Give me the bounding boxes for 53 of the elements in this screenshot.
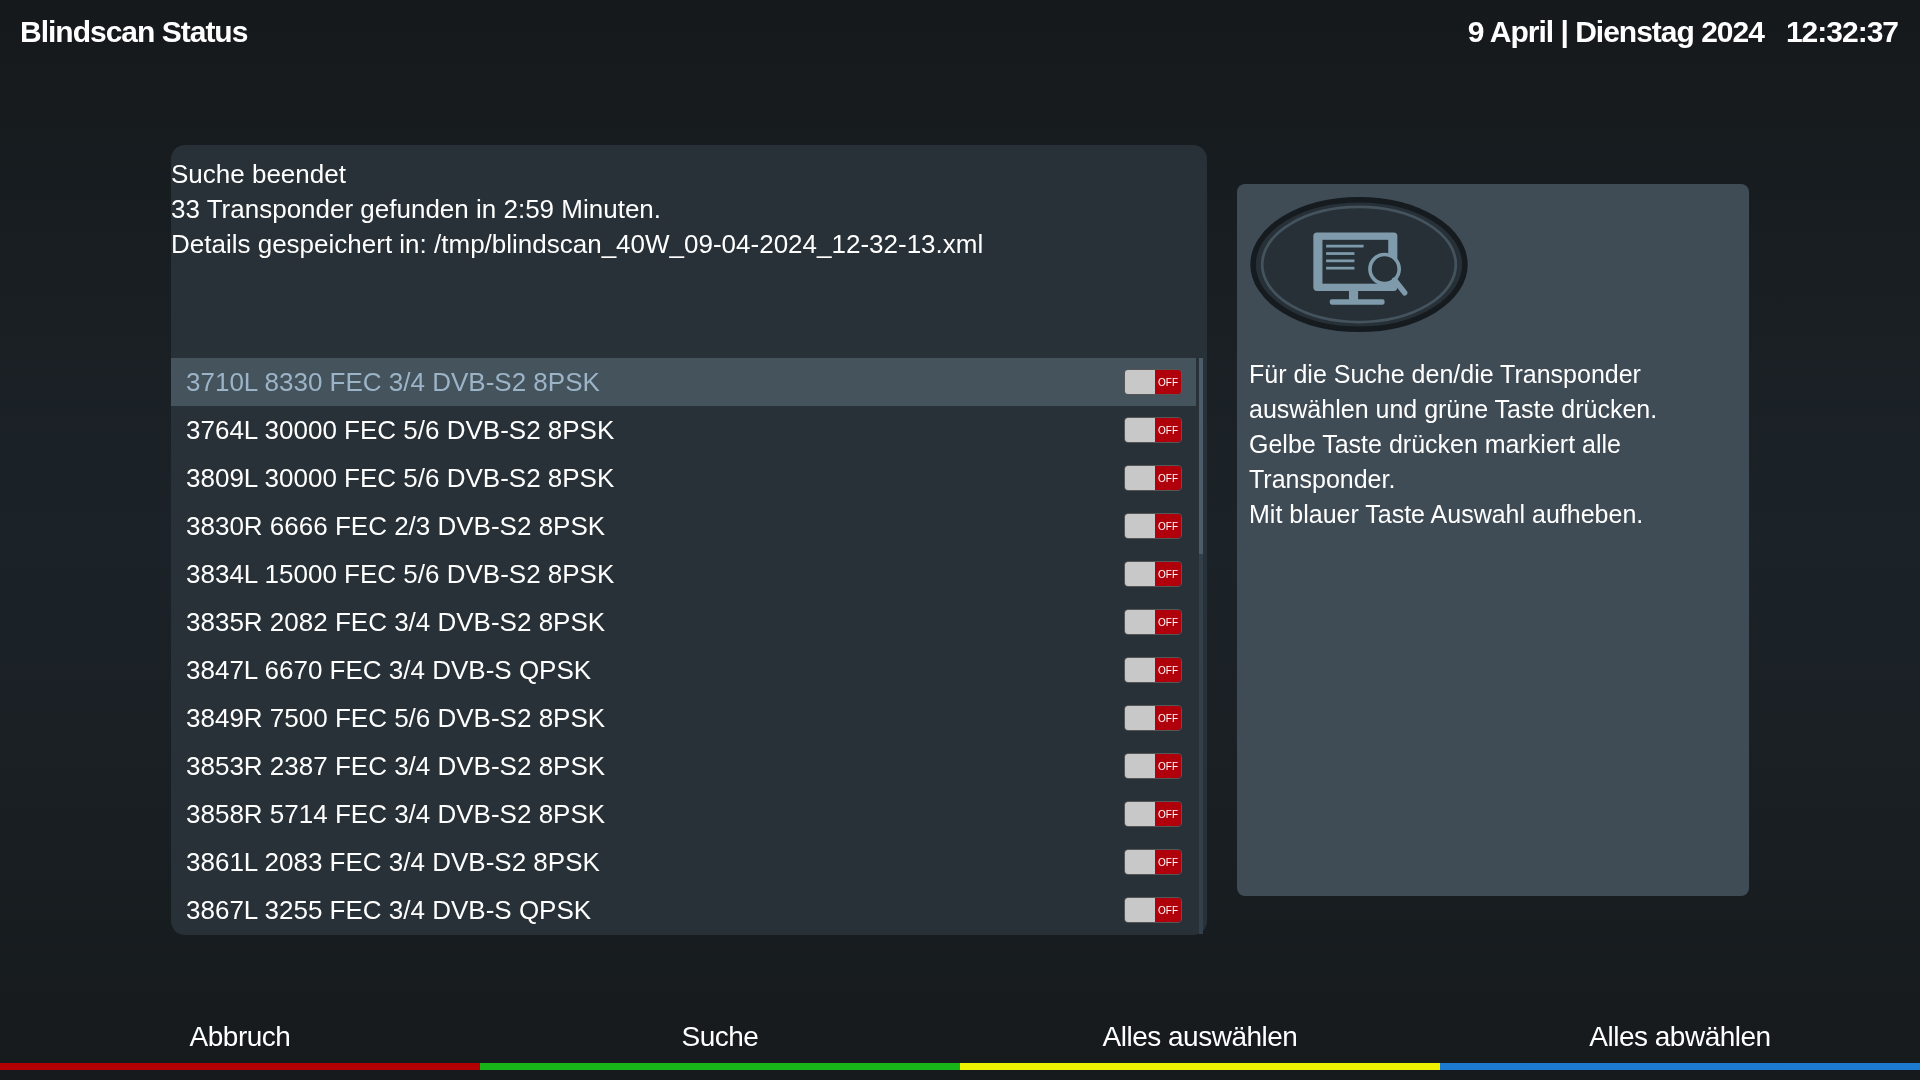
transponder-row[interactable]: 3849R 7500 FEC 5/6 DVB-S2 8PSK OFF — [171, 694, 1196, 742]
transponder-label: 3834L 15000 FEC 5/6 DVB-S2 8PSK — [186, 558, 615, 590]
screen-title: Blindscan Status — [20, 15, 248, 49]
transponder-row[interactable]: 3867L 3255 FEC 3/4 DVB-S QPSK OFF — [171, 886, 1196, 934]
transponder-label: 3710L 8330 FEC 3/4 DVB-S2 8PSK — [186, 366, 600, 398]
function-key-label[interactable]: Suche — [681, 1021, 759, 1053]
status-text: Details gespeichert in: /tmp/blindscan_40W_09-04-2024_12-32-13.xml — [171, 228, 985, 261]
transponder-label: 3849R 7500 FEC 5/6 DVB-S2 8PSK — [186, 702, 606, 734]
scrollbar[interactable] — [1199, 358, 1203, 934]
toggle-switch[interactable]: OFF — [1124, 369, 1182, 395]
date-text: 9 April | Dienstag 2024 — [1467, 15, 1764, 49]
clock-text: 12:32:37 — [1785, 15, 1898, 49]
toggle-switch[interactable]: OFF — [1124, 753, 1182, 779]
function-key-label[interactable]: Abbruch — [189, 1021, 291, 1053]
toggle-switch[interactable]: OFF — [1124, 513, 1182, 539]
transponder-row[interactable]: 3830R 6666 FEC 2/3 DVB-S2 8PSK OFF — [171, 502, 1196, 550]
help-text: auswählen und grüne Taste drücken. — [1249, 394, 1659, 425]
transponder-label: 3835R 2082 FEC 3/4 DVB-S2 8PSK — [186, 606, 606, 638]
toggle-switch[interactable]: OFF — [1124, 897, 1182, 923]
status-text: Suche beendet — [171, 158, 347, 191]
transponder-row[interactable]: 3764L 30000 FEC 5/6 DVB-S2 8PSK OFF — [171, 406, 1196, 454]
function-key-label[interactable]: Alles abwählen — [1589, 1021, 1771, 1053]
transponder-row[interactable]: 3847L 6670 FEC 3/4 DVB-S QPSK OFF — [171, 646, 1196, 694]
toggle-switch[interactable]: OFF — [1124, 705, 1182, 731]
toggle-switch[interactable]: OFF — [1124, 465, 1182, 491]
monitor-magnifier-icon — [1249, 196, 1469, 333]
transponder-row[interactable]: 3861L 2083 FEC 3/4 DVB-S2 8PSK OFF — [171, 838, 1196, 886]
toggle-switch[interactable]: OFF — [1124, 657, 1182, 683]
transponder-row[interactable]: 3834L 15000 FEC 5/6 DVB-S2 8PSK OFF — [171, 550, 1196, 598]
toggle-switch[interactable]: OFF — [1124, 609, 1182, 635]
help-text: Transponder. — [1249, 464, 1397, 495]
transponder-label: 3867L 3255 FEC 3/4 DVB-S QPSK — [186, 894, 592, 926]
transponder-label: 3830R 6666 FEC 2/3 DVB-S2 8PSK — [186, 510, 606, 542]
function-key-label[interactable]: Alles auswählen — [1102, 1021, 1298, 1053]
transponder-label: 3809L 30000 FEC 5/6 DVB-S2 8PSK — [186, 462, 615, 494]
transponder-row[interactable]: 3809L 30000 FEC 5/6 DVB-S2 8PSK OFF — [171, 454, 1196, 502]
transponder-label: 3847L 6670 FEC 3/4 DVB-S QPSK — [186, 654, 592, 686]
transponder-row[interactable]: 3710L 8330 FEC 3/4 DVB-S2 8PSK OFF — [171, 358, 1196, 406]
help-text: Mit blauer Taste Auswahl aufheben. — [1249, 499, 1645, 530]
transponder-row[interactable]: 3853R 2387 FEC 3/4 DVB-S2 8PSK OFF — [171, 742, 1196, 790]
transponder-label: 3764L 30000 FEC 5/6 DVB-S2 8PSK — [186, 414, 615, 446]
transponder-label: 3858R 5714 FEC 3/4 DVB-S2 8PSK — [186, 798, 606, 830]
transponder-label: 3853R 2387 FEC 3/4 DVB-S2 8PSK — [186, 750, 606, 782]
toggle-switch[interactable]: OFF — [1124, 801, 1182, 827]
toggle-switch[interactable]: OFF — [1124, 561, 1182, 587]
help-text: Gelbe Taste drücken markiert alle — [1249, 429, 1622, 460]
transponder-row[interactable]: 3858R 5714 FEC 3/4 DVB-S2 8PSK OFF — [171, 790, 1196, 838]
transponder-label: 3861L 2083 FEC 3/4 DVB-S2 8PSK — [186, 846, 600, 878]
status-text: 33 Transponder gefunden in 2:59 Minuten. — [171, 193, 663, 226]
toggle-switch[interactable]: OFF — [1124, 849, 1182, 875]
help-text: Für die Suche den/die Transponder — [1249, 359, 1642, 390]
transponder-row[interactable]: 3835R 2082 FEC 3/4 DVB-S2 8PSK OFF — [171, 598, 1196, 646]
toggle-switch[interactable]: OFF — [1124, 417, 1182, 443]
